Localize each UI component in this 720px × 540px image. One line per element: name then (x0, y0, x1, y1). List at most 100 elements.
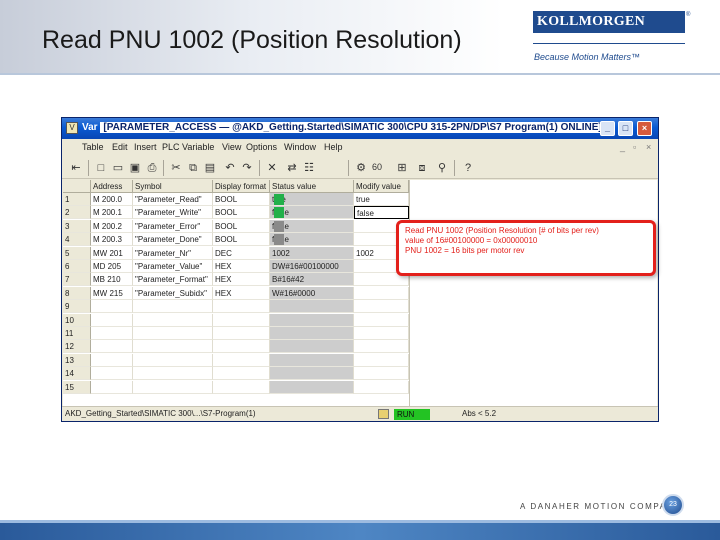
header-address[interactable]: Address (91, 180, 133, 193)
new-icon[interactable]: □ (93, 160, 109, 176)
menu-help[interactable]: Help (324, 142, 343, 152)
format-cell[interactable]: HEX (213, 286, 270, 300)
address-cell[interactable] (91, 300, 133, 314)
status-value-cell[interactable]: B#16#42 (270, 273, 354, 287)
modify-value-cell[interactable] (354, 313, 409, 327)
cut-icon[interactable]: ✂ (168, 160, 184, 176)
symbol-cell[interactable] (133, 313, 213, 327)
minimize-button[interactable]: _ (600, 121, 615, 136)
modify-icon[interactable]: ⚙ (353, 160, 369, 176)
address-cell[interactable]: M 200.0 (91, 193, 133, 206)
status-value-cell[interactable]: DW#16#00100000 (270, 260, 354, 273)
status-value-cell[interactable]: 1002 (270, 246, 354, 260)
format-cell[interactable]: HEX (213, 273, 270, 287)
variables-icon[interactable]: ⧈ (414, 160, 430, 176)
status-value-cell[interactable]: W#16#0000 (270, 286, 354, 300)
modify-value-cell[interactable]: true (354, 193, 409, 206)
symbol-cell[interactable] (133, 353, 213, 367)
address-cell[interactable]: M 200.3 (91, 233, 133, 247)
online-icon[interactable]: ⇄ (284, 160, 300, 176)
address-cell[interactable] (91, 313, 133, 327)
modify-value-cell[interactable] (354, 286, 409, 300)
delete-icon[interactable]: ✕ (264, 160, 280, 176)
address-cell[interactable] (91, 367, 133, 381)
help-icon[interactable]: ? (460, 160, 476, 176)
print-icon[interactable]: ⎙ (144, 160, 160, 176)
address-cell[interactable] (91, 380, 133, 394)
address-cell[interactable]: MW 201 (91, 246, 133, 260)
address-cell[interactable] (91, 327, 133, 340)
status-value-cell[interactable] (270, 367, 354, 381)
menu-table[interactable]: Table (82, 142, 104, 152)
undo-icon[interactable]: ↶ (222, 160, 238, 176)
menu-edit[interactable]: Edit (112, 142, 128, 152)
address-cell[interactable]: MD 205 (91, 260, 133, 273)
modify-value-cell[interactable] (354, 300, 409, 314)
menu-insert[interactable]: Insert (134, 142, 157, 152)
header-symbol[interactable]: Symbol (133, 180, 213, 193)
symbol-cell[interactable] (133, 327, 213, 340)
modify-value-cell[interactable] (354, 353, 409, 367)
status-value-cell[interactable] (270, 313, 354, 327)
symbol-cell[interactable]: "Parameter_Format" (133, 273, 213, 287)
menu-options[interactable]: Options (246, 142, 277, 152)
close-button[interactable]: × (637, 121, 652, 136)
symbol-cell[interactable]: "Parameter_Subidx" (133, 286, 213, 300)
force-icon[interactable]: ⚲ (434, 160, 450, 176)
symbol-cell[interactable]: "Parameter_Error" (133, 219, 213, 233)
modify-value-cell[interactable]: false (354, 206, 409, 220)
window-titlebar[interactable]: V Var [PARAMETER_ACCESS — @AKD_Getting.S… (62, 118, 658, 139)
format-cell[interactable]: BOOL (213, 206, 270, 220)
symbol-cell[interactable] (133, 300, 213, 314)
symbol-cell[interactable] (133, 367, 213, 381)
modify-value-cell[interactable] (354, 380, 409, 394)
format-cell[interactable]: HEX (213, 260, 270, 273)
format-cell[interactable] (213, 353, 270, 367)
header-status-value[interactable]: Status value (270, 180, 354, 193)
menu-window[interactable]: Window (284, 142, 316, 152)
mdi-minimize-button[interactable]: _ (620, 142, 625, 152)
symbol-cell[interactable] (133, 340, 213, 354)
format-cell[interactable] (213, 313, 270, 327)
menu-view[interactable]: View (222, 142, 241, 152)
address-cell[interactable] (91, 340, 133, 354)
symbol-cell[interactable]: "Parameter_Write" (133, 206, 213, 220)
header-modify-value[interactable]: Modify value (354, 180, 409, 193)
mdi-close-button[interactable]: × (646, 142, 651, 152)
status-value-cell[interactable] (270, 380, 354, 394)
status-value-cell[interactable] (270, 300, 354, 314)
symbol-cell[interactable]: "Parameter_Nr" (133, 246, 213, 260)
symbol-cell[interactable]: "Parameter_Done" (133, 233, 213, 247)
modify-value-cell[interactable] (354, 367, 409, 381)
format-cell[interactable]: DEC (213, 246, 270, 260)
format-cell[interactable]: BOOL (213, 233, 270, 247)
symbol-cell[interactable]: "Parameter_Value" (133, 260, 213, 273)
format-cell[interactable]: BOOL (213, 219, 270, 233)
open-icon[interactable]: ▭ (110, 160, 126, 176)
modify-value-cell[interactable] (354, 340, 409, 354)
header-display-format[interactable]: Display format (213, 180, 270, 193)
zoom-label[interactable]: 60 (372, 162, 382, 172)
modify-value-cell[interactable] (354, 327, 409, 340)
maximize-button[interactable]: □ (618, 121, 633, 136)
format-cell[interactable] (213, 367, 270, 381)
symbol-cell[interactable]: "Parameter_Read" (133, 193, 213, 206)
status-value-cell[interactable] (270, 353, 354, 367)
menu-plc[interactable]: PLC (162, 142, 180, 152)
format-cell[interactable] (213, 340, 270, 354)
format-cell[interactable] (213, 327, 270, 340)
symbol-cell[interactable] (133, 380, 213, 394)
format-cell[interactable] (213, 380, 270, 394)
address-cell[interactable]: M 200.2 (91, 219, 133, 233)
monitor-icon[interactable]: ☷ (301, 160, 317, 176)
status-value-cell[interactable] (270, 327, 354, 340)
format-cell[interactable]: BOOL (213, 193, 270, 206)
paste-icon[interactable]: ▤ (202, 160, 218, 176)
redo-icon[interactable]: ↷ (239, 160, 255, 176)
exit-icon[interactable]: ⇤ (68, 160, 84, 176)
trigger-icon[interactable]: ⊞ (394, 160, 410, 176)
format-cell[interactable] (213, 300, 270, 314)
address-cell[interactable]: M 200.1 (91, 206, 133, 220)
address-cell[interactable]: MW 215 (91, 286, 133, 300)
address-cell[interactable]: MB 210 (91, 273, 133, 287)
